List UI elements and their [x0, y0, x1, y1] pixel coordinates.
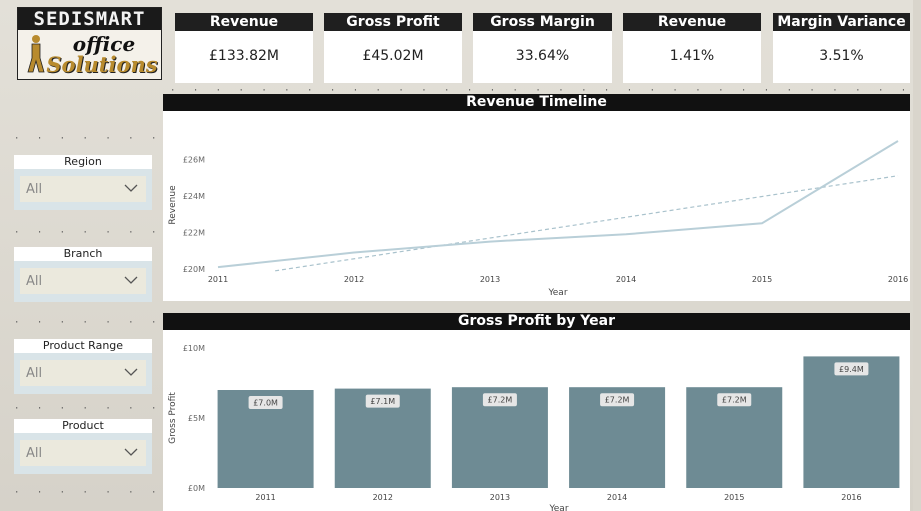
- chart-title: Revenue Timeline: [163, 94, 910, 111]
- data-label: £7.1M: [370, 397, 395, 406]
- y-tick-label: £22M: [183, 228, 205, 237]
- chart-title: Gross Profit by Year: [163, 313, 910, 330]
- revenue-timeline-panel: Revenue Timeline £20M £22M £24M £26M 2011 201…: [163, 94, 910, 301]
- kpi-value: £45.02M: [362, 48, 424, 64]
- slicer-product: Product All: [14, 419, 152, 474]
- slicer-product-range: Product Range All: [14, 339, 152, 394]
- x-axis-label: Year: [548, 504, 568, 511]
- company-logo: SEDISMART office Solutions: [17, 7, 162, 80]
- x-axis-label: Year: [547, 288, 567, 298]
- region-dropdown[interactable]: All: [20, 176, 146, 202]
- dropdown-value: All: [26, 274, 43, 289]
- right-edge-strip: [913, 0, 921, 511]
- gross-profit-bar-chart[interactable]: £0M £5M £10M £7.0M 2011 £7.1M 2012 £7.2M 2013 £7.…: [163, 330, 910, 511]
- y-tick-label: £0M: [188, 484, 205, 493]
- slicer-title: Region: [14, 155, 152, 169]
- slicer-title: Product: [14, 419, 152, 433]
- chevron-down-icon: [124, 184, 138, 192]
- kpi-value: 3.51%: [819, 48, 864, 64]
- kpi-title: Gross Profit: [324, 13, 462, 31]
- slicer-branch: Branch All: [14, 247, 152, 302]
- product-range-dropdown[interactable]: All: [20, 360, 146, 386]
- kpi-value: 1.41%: [669, 48, 715, 64]
- y-tick-label: £20M: [183, 265, 205, 274]
- kpi-value: £133.82M: [209, 48, 279, 64]
- trend-line: [275, 175, 899, 272]
- data-label: £7.2M: [605, 396, 630, 405]
- data-label: £7.2M: [722, 396, 747, 405]
- kpi-card-gross-margin: Gross Margin 33.64%: [473, 13, 612, 83]
- kpi-value: 33.64%: [515, 48, 570, 64]
- kpi-title: Gross Margin: [473, 13, 612, 31]
- x-tick-label: 2015: [724, 493, 744, 502]
- revenue-line-chart[interactable]: £20M £22M £24M £26M 2011 2012 2013 2014 2015 2016…: [163, 111, 910, 301]
- dropdown-value: All: [26, 446, 43, 461]
- y-tick-label: £10M: [183, 344, 205, 353]
- gross-profit-panel: Gross Profit by Year £0M £5M £10M £7.0M 2011…: [163, 313, 910, 511]
- data-label: £9.4M: [839, 365, 864, 374]
- product-dropdown[interactable]: All: [20, 440, 146, 466]
- data-label: £7.2M: [488, 396, 513, 405]
- x-tick-label: 2013: [490, 493, 510, 502]
- kpi-card-margin-variance: Margin Variance 3.51%: [773, 13, 910, 83]
- y-tick-label: £26M: [183, 155, 205, 164]
- kpi-title: Revenue: [175, 13, 313, 31]
- x-tick-label: 2015: [752, 275, 772, 284]
- branch-dropdown[interactable]: All: [20, 268, 146, 294]
- y-axis-label: Gross Profit: [168, 392, 178, 444]
- chevron-down-icon: [124, 448, 138, 456]
- revenue-series-line: [217, 140, 899, 269]
- logo-figure-icon: [27, 35, 45, 73]
- kpi-card-gross-profit: Gross Profit £45.02M: [324, 13, 462, 83]
- logo-brand: SEDISMART: [18, 8, 161, 30]
- kpi-title: Margin Variance: [773, 13, 910, 31]
- y-tick-label: £24M: [183, 192, 205, 201]
- x-tick-label: 2011: [255, 493, 275, 502]
- x-tick-label: 2016: [841, 493, 861, 502]
- logo-line-solutions: Solutions: [46, 52, 158, 77]
- x-tick-label: 2012: [373, 493, 393, 502]
- x-tick-label: 2014: [616, 275, 636, 284]
- slicer-region: Region All: [14, 155, 152, 210]
- dropdown-value: All: [26, 366, 43, 381]
- kpi-card-revenue: Revenue £133.82M: [175, 13, 313, 83]
- chevron-down-icon: [124, 368, 138, 376]
- x-tick-label: 2016: [888, 275, 908, 284]
- x-tick-label: 2014: [607, 493, 627, 502]
- dropdown-value: All: [26, 182, 43, 197]
- x-tick-label: 2012: [344, 275, 364, 284]
- x-tick-label: 2013: [480, 275, 500, 284]
- chevron-down-icon: [124, 276, 138, 284]
- kpi-title: Revenue Variance: [623, 13, 761, 48]
- slicer-title: Product Range: [14, 339, 152, 353]
- y-tick-label: £5M: [188, 414, 205, 423]
- x-tick-label: 2011: [208, 275, 228, 284]
- bar: [803, 356, 900, 488]
- kpi-card-revenue-variance: Revenue Variance 1.41%: [623, 13, 761, 83]
- y-axis-label: Revenue: [168, 185, 178, 225]
- slicer-title: Branch: [14, 247, 152, 261]
- data-label: £7.0M: [253, 399, 278, 408]
